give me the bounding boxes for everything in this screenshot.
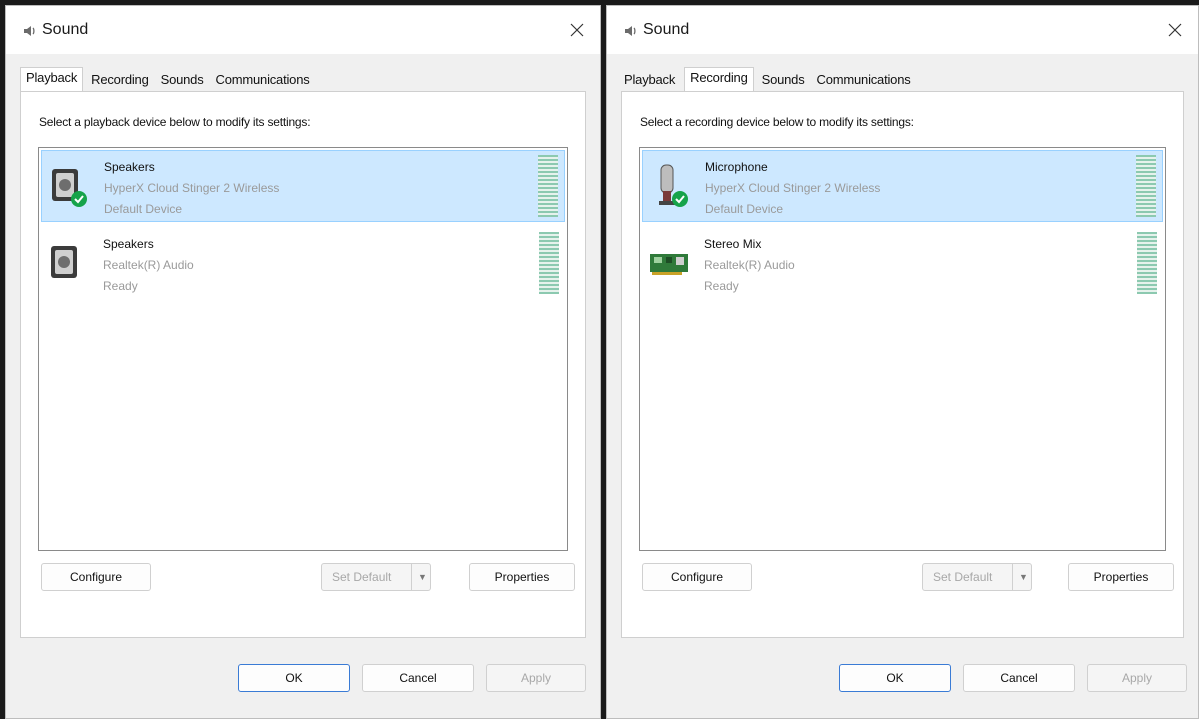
tab-strip: Playback Recording Sounds Communications: [20, 64, 319, 93]
ok-button[interactable]: OK: [238, 664, 350, 692]
tab-strip: Playback Recording Sounds Communications: [621, 64, 920, 93]
set-default-dropdown[interactable]: ▼: [411, 563, 433, 591]
device-status: Ready: [103, 279, 138, 293]
sound-dialog-recording: Sound Playback Recording Sounds Communic…: [606, 5, 1199, 719]
device-item[interactable]: Speakers HyperX Cloud Stinger 2 Wireless…: [41, 150, 565, 222]
device-item[interactable]: Microphone HyperX Cloud Stinger 2 Wirele…: [642, 150, 1163, 222]
tab-recording[interactable]: Recording: [684, 67, 754, 93]
title-bar[interactable]: Sound: [6, 6, 600, 54]
close-icon: [1168, 23, 1182, 37]
speaker-icon: [52, 169, 87, 207]
ok-button[interactable]: OK: [839, 664, 951, 692]
sound-card-icon: [650, 254, 688, 275]
device-item[interactable]: Speakers Realtek(R) Audio Ready: [41, 228, 565, 300]
tab-sounds[interactable]: Sounds: [759, 72, 808, 92]
cancel-button[interactable]: Cancel: [963, 664, 1075, 692]
volume-level-meter: [1137, 232, 1157, 294]
tab-sounds[interactable]: Sounds: [158, 72, 207, 92]
device-list[interactable]: Speakers HyperX Cloud Stinger 2 Wireless…: [38, 147, 568, 551]
apply-button[interactable]: Apply: [1087, 664, 1187, 692]
dialog-footer: OK Cancel Apply: [607, 638, 1198, 718]
instruction-text: Select a recording device below to modif…: [640, 115, 914, 129]
properties-button[interactable]: Properties: [1068, 563, 1174, 591]
window-title: Sound: [643, 21, 690, 38]
volume-level-meter: [539, 232, 559, 294]
close-button[interactable]: [1160, 16, 1190, 44]
set-default-label: Set Default: [332, 570, 392, 584]
device-name: Stereo Mix: [704, 237, 762, 251]
properties-button[interactable]: Properties: [469, 563, 575, 591]
tab-panel: Select a playback device below to modify…: [20, 91, 586, 638]
tab-playback[interactable]: Playback: [20, 67, 84, 93]
volume-level-meter: [538, 155, 558, 217]
microphone-icon: [659, 164, 688, 207]
device-status: Default Device: [104, 202, 183, 216]
device-item[interactable]: Stereo Mix Realtek(R) Audio Ready: [642, 228, 1163, 300]
volume-level-meter: [1136, 155, 1156, 217]
device-detail: Realtek(R) Audio: [103, 258, 194, 272]
sound-app-icon: [625, 26, 636, 36]
tab-recording[interactable]: Recording: [88, 72, 151, 92]
device-list[interactable]: Microphone HyperX Cloud Stinger 2 Wirele…: [639, 147, 1166, 551]
sound-app-icon: [24, 26, 35, 36]
instruction-text: Select a playback device below to modify…: [39, 115, 311, 129]
dialog-footer: OK Cancel Apply: [6, 638, 600, 718]
chevron-down-icon: ▼: [418, 572, 427, 582]
close-icon: [570, 23, 584, 37]
chevron-down-icon: ▼: [1019, 572, 1028, 582]
device-status: Ready: [704, 279, 739, 293]
title-bar[interactable]: Sound: [607, 6, 1198, 54]
device-detail: Realtek(R) Audio: [704, 258, 795, 272]
device-status: Default Device: [705, 202, 784, 216]
configure-button[interactable]: Configure: [642, 563, 752, 591]
device-name: Microphone: [705, 160, 768, 174]
configure-button[interactable]: Configure: [41, 563, 151, 591]
tab-communications[interactable]: Communications: [814, 72, 914, 92]
set-default-dropdown[interactable]: ▼: [1012, 563, 1034, 591]
device-name: Speakers: [104, 160, 155, 174]
set-default-label: Set Default: [933, 570, 993, 584]
device-name: Speakers: [103, 237, 154, 251]
apply-button[interactable]: Apply: [486, 664, 586, 692]
device-detail: HyperX Cloud Stinger 2 Wireless: [104, 181, 280, 195]
speaker-icon: [51, 246, 77, 278]
tab-playback[interactable]: Playback: [621, 72, 678, 92]
close-button[interactable]: [562, 16, 592, 44]
tab-panel: Select a recording device below to modif…: [621, 91, 1184, 638]
tab-communications[interactable]: Communications: [213, 72, 313, 92]
cancel-button[interactable]: Cancel: [362, 664, 474, 692]
sound-dialog-playback: Sound Playback Recording Sounds Communic…: [5, 5, 601, 719]
device-detail: HyperX Cloud Stinger 2 Wireless: [705, 181, 881, 195]
window-title: Sound: [42, 21, 89, 38]
